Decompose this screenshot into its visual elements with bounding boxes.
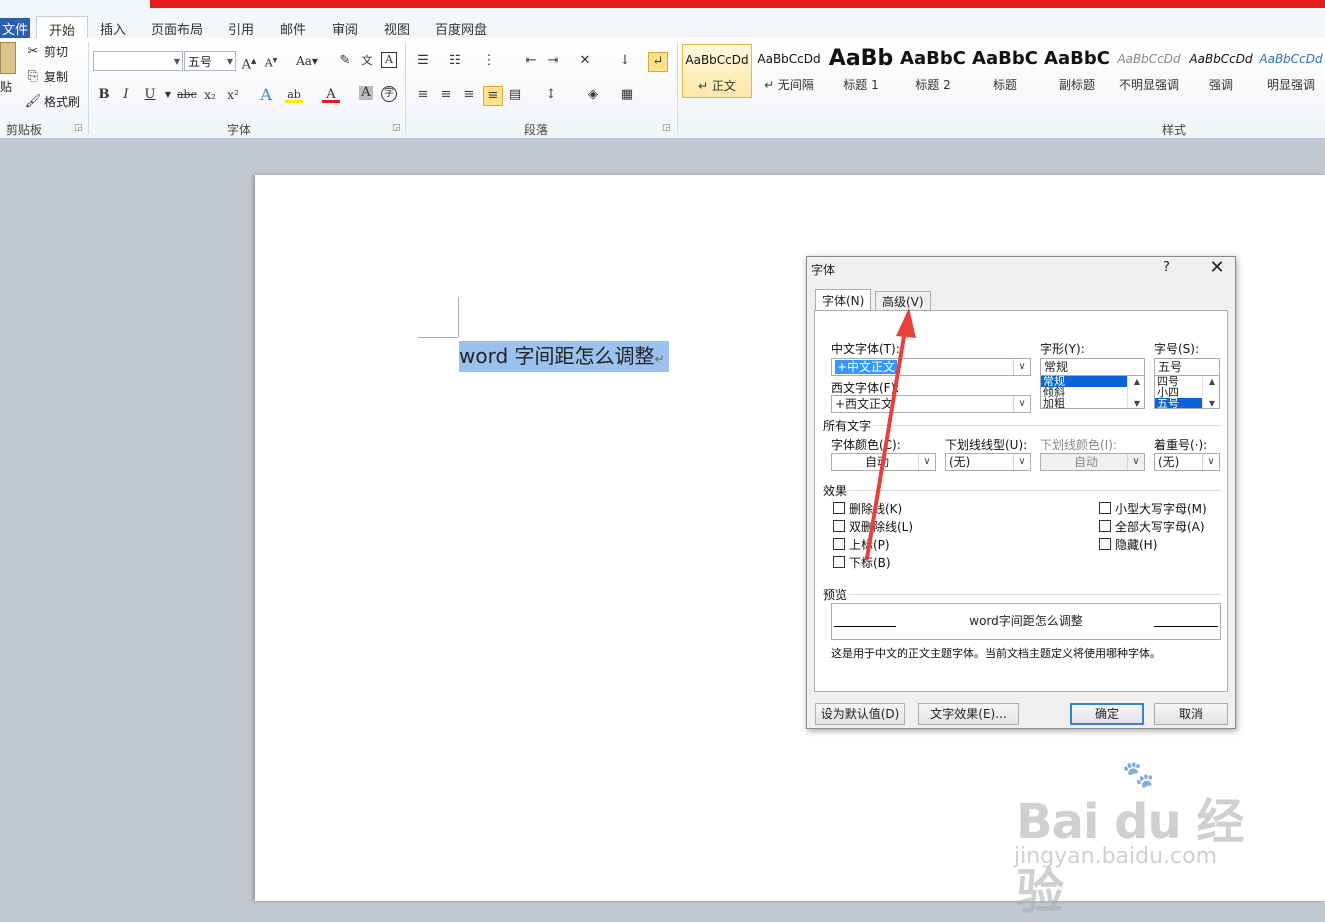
arrow-head-icon bbox=[896, 308, 916, 338]
tab-font[interactable]: 字体(N) bbox=[815, 289, 872, 311]
watermark-url: jingyan.baidu.com bbox=[1014, 844, 1218, 869]
baidu-watermark: 🐾 Bai du 经验 jingyan.baidu.com bbox=[1010, 760, 1260, 920]
arrow-shaft bbox=[865, 328, 907, 560]
